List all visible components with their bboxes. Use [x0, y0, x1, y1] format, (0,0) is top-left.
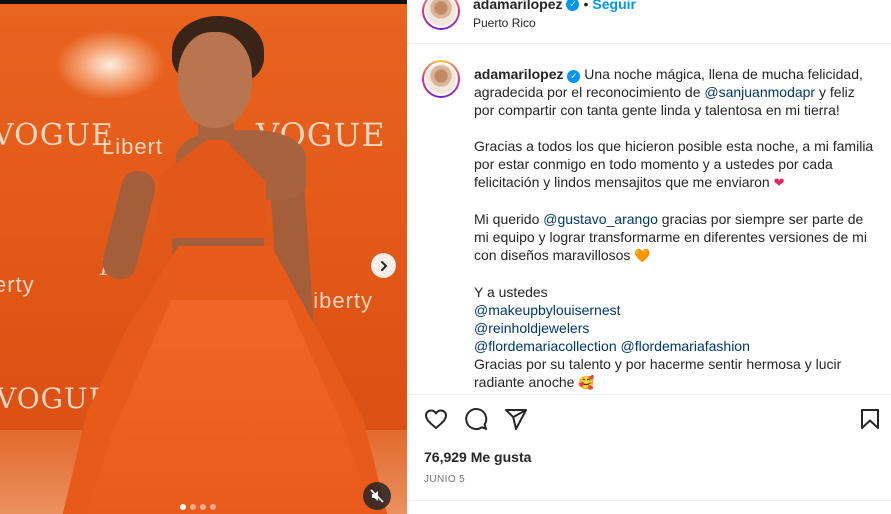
caption-text-segment: Mi querido: [474, 211, 544, 227]
speaker-muted-icon: [370, 489, 384, 503]
save-button[interactable]: [857, 406, 883, 432]
divider: [407, 394, 891, 395]
carousel-dot: [210, 504, 216, 510]
follow-button[interactable]: Seguir: [592, 0, 636, 12]
likes-count[interactable]: 76,929 Me gusta: [424, 449, 531, 465]
orange-heart-icon: 🧡: [634, 248, 651, 263]
mention-link[interactable]: @reinholdjewelers: [474, 319, 874, 337]
backdrop-logo: Libert: [102, 134, 164, 159]
carousel-dot: [190, 504, 196, 510]
media-top-edge: [0, 0, 407, 4]
caption-username-link[interactable]: adamarilopez: [474, 66, 563, 82]
profile-picture: [426, 64, 456, 94]
figure-arm: [99, 167, 159, 283]
profile-picture: [426, 0, 456, 26]
avatar[interactable]: [422, 0, 460, 30]
audio-mute-button[interactable]: [363, 482, 391, 510]
stage-light: [55, 30, 165, 100]
separator-dot: •: [583, 0, 589, 12]
figure-head: [178, 32, 252, 128]
comment-icon: [465, 408, 488, 430]
caption: adamarilopez ✓ Una noche mágica, llena d…: [407, 58, 891, 390]
backdrop-logo: erty: [0, 272, 35, 297]
caption-text-segment: Y a ustedes: [474, 284, 548, 300]
divider: [407, 500, 891, 501]
avatar[interactable]: [422, 60, 460, 98]
caption-text: adamarilopez ✓ Una noche mágica, llena d…: [474, 65, 874, 390]
verified-badge-icon: ✓: [566, 0, 580, 11]
header-user-row: adamarilopez ✓ • Seguir: [473, 0, 636, 12]
mention-link[interactable]: @sanjuanmodapr: [704, 84, 815, 100]
smiling-face-hearts-icon: 🥰: [578, 375, 595, 390]
comment-button[interactable]: [463, 406, 489, 432]
send-icon: [505, 409, 527, 430]
mention-link[interactable]: @flordemariafashion: [621, 338, 750, 354]
mention-link[interactable]: @makeupbylouisernest: [474, 301, 874, 319]
caption-text-segment: Gracias por su talento y por hacerme sen…: [474, 356, 842, 390]
post-side-panel: adamarilopez ✓ • Seguir Puerto Rico adam…: [407, 0, 891, 514]
bookmark-icon: [861, 409, 879, 429]
mention-link[interactable]: @gustavo_arango: [543, 211, 658, 227]
red-heart-icon: ❤: [773, 175, 785, 190]
post-date[interactable]: JUNIO 5: [424, 474, 465, 485]
like-button[interactable]: [423, 406, 449, 432]
backdrop-logo: VOGUE: [0, 118, 114, 153]
post-actions: [423, 406, 883, 432]
username-link[interactable]: adamarilopez: [473, 0, 562, 12]
carousel-dot: [180, 504, 186, 510]
carousel-dot: [200, 504, 206, 510]
post-media[interactable]: VOGUE Libert VOGUE erty Fa Liberty VOGUE: [0, 0, 407, 514]
chevron-right-icon: [380, 260, 387, 271]
share-button[interactable]: [503, 406, 529, 432]
caption-text-segment: Gracias a todos los que hicieron posible…: [474, 138, 874, 190]
mention-link[interactable]: @flordemariacollection: [474, 338, 617, 354]
carousel-next-button[interactable]: [371, 253, 396, 278]
verified-badge-icon: ✓: [567, 70, 581, 83]
heart-icon: [425, 409, 447, 429]
carousel-indicator: [180, 504, 216, 510]
location-link[interactable]: Puerto Rico: [473, 16, 536, 30]
post-header: adamarilopez ✓ • Seguir Puerto Rico: [407, 0, 891, 44]
